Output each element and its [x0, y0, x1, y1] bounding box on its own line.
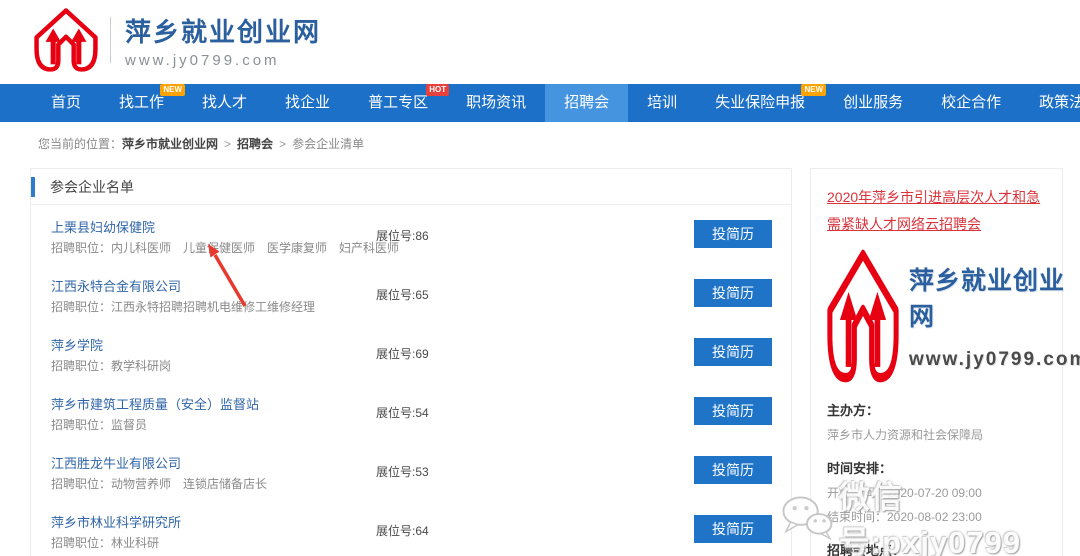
- page: 萍乡就业创业网 www.jy0799.com 首页 找工作NEW 找人才 找企业…: [0, 0, 1080, 556]
- nav-item-policies[interactable]: 政策法规: [1020, 84, 1080, 122]
- breadcrumb-prefix: 您当前的位置：: [38, 137, 122, 151]
- nav-item-startup-services[interactable]: 创业服务: [824, 84, 922, 122]
- main-nav: 首页 找工作NEW 找人才 找企业 普工专区HOT 职场资讯 招聘会 培训 失业…: [0, 84, 1080, 122]
- breadcrumb-site-link[interactable]: 萍乡市就业创业网: [122, 137, 218, 151]
- apply-resume-button[interactable]: 投简历: [694, 456, 772, 484]
- location-label: 招聘会地点：: [827, 540, 1046, 556]
- nav-item-find-company[interactable]: 找企业: [266, 84, 349, 122]
- site-name: 萍乡就业创业网: [125, 12, 321, 49]
- breadcrumb-section-link[interactable]: 招聘会: [237, 137, 273, 151]
- nav-item-unemployment-insurance[interactable]: 失业保险申报NEW: [696, 84, 824, 122]
- company-positions: 招聘职位：动物营养师 连锁店储备店长: [51, 475, 267, 492]
- company-row: 上栗县妇幼保健院 招聘职位：内儿科医师 儿童保健医师 医学康复师 妇产科医师 展…: [31, 205, 791, 264]
- booth-number: 展位号:54: [376, 404, 429, 421]
- company-positions: 招聘职位：江西永特招聘招聘机电维修工维修经理: [51, 298, 315, 315]
- sidebar-logo-url: www.jy0799.com: [909, 349, 1080, 371]
- event-title-link[interactable]: 2020年萍乡市引进高层次人才和急需紧缺人才网络云招聘会: [827, 184, 1046, 237]
- company-link[interactable]: 上栗县妇幼保健院: [51, 217, 155, 236]
- company-row: 萍乡市建筑工程质量（安全）监督站 招聘职位：监督员 展位号:54 投简历: [31, 382, 791, 441]
- end-time: 结束时间：2020-08-02 23:00: [827, 508, 1046, 525]
- nav-item-home[interactable]: 首页: [32, 84, 100, 122]
- company-list-panel: 参会企业名单 上栗县妇幼保健院 招聘职位：内儿科医师 儿童保健医师 医学康复师 …: [30, 168, 792, 556]
- company-positions: 招聘职位：林业科研: [51, 534, 159, 551]
- panel-title: 参会企业名单: [50, 169, 791, 205]
- nav-item-find-job[interactable]: 找工作NEW: [100, 84, 183, 122]
- site-logo[interactable]: 萍乡就业创业网 www.jy0799.com: [34, 8, 321, 72]
- apply-resume-button[interactable]: 投简历: [694, 220, 772, 248]
- nav-item-find-talent[interactable]: 找人才: [183, 84, 266, 122]
- organizer-value: 萍乡市人力资源和社会保障局: [827, 426, 1046, 443]
- new-badge: NEW: [160, 84, 185, 96]
- breadcrumb: 您当前的位置：萍乡市就业创业网>招聘会>参会企业清单: [0, 122, 1080, 168]
- hot-badge: HOT: [426, 84, 449, 96]
- apply-resume-button[interactable]: 投简历: [694, 279, 772, 307]
- site-header: 萍乡就业创业网 www.jy0799.com: [0, 0, 1080, 84]
- brand-logo-icon: [34, 8, 98, 72]
- sidebar-logo-name: 萍乡就业创业网: [909, 261, 1080, 333]
- panel-header: 参会企业名单: [31, 169, 791, 205]
- company-row: 江西永特合金有限公司 招聘职位：江西永特招聘招聘机电维修工维修经理 展位号:65…: [31, 264, 791, 323]
- start-time: 开始时间：2020-07-20 09:00: [827, 484, 1046, 501]
- apply-resume-button[interactable]: 投简历: [694, 397, 772, 425]
- company-row: 萍乡市林业科学研究所 招聘职位：林业科研 展位号:64 投简历: [31, 500, 791, 556]
- company-link[interactable]: 萍乡市林业科学研究所: [51, 512, 181, 531]
- apply-resume-button[interactable]: 投简历: [694, 338, 772, 366]
- nav-item-career-news[interactable]: 职场资讯: [447, 84, 545, 122]
- booth-number: 展位号:65: [376, 286, 429, 303]
- logo-divider: [110, 17, 111, 63]
- nav-item-training[interactable]: 培训: [628, 84, 696, 122]
- nav-item-school-enterprise[interactable]: 校企合作: [922, 84, 1020, 122]
- company-link[interactable]: 萍乡学院: [51, 335, 103, 354]
- company-positions: 招聘职位：内儿科医师 儿童保健医师 医学康复师 妇产科医师: [51, 239, 399, 256]
- company-row: 江西胜龙牛业有限公司 招聘职位：动物营养师 连锁店储备店长 展位号:53 投简历: [31, 441, 791, 500]
- schedule-label: 时间安排：: [827, 458, 1046, 477]
- company-link[interactable]: 江西胜龙牛业有限公司: [51, 453, 181, 472]
- accent-bar: [31, 177, 35, 197]
- nav-item-job-fair-active[interactable]: 招聘会: [545, 84, 628, 122]
- breadcrumb-current-page: 参会企业清单: [292, 137, 364, 151]
- booth-number: 展位号:53: [376, 463, 429, 480]
- site-url: www.jy0799.com: [125, 52, 321, 69]
- company-link[interactable]: 江西永特合金有限公司: [51, 276, 181, 295]
- company-row: 萍乡学院 招聘职位：教学科研岗 展位号:69 投简历: [31, 323, 791, 382]
- company-positions: 招聘职位：监督员: [51, 416, 147, 433]
- nav-item-general-worker-zone[interactable]: 普工专区HOT: [349, 84, 447, 122]
- new-badge: NEW: [801, 84, 826, 96]
- sidebar-event-logo: 萍乡就业创业网 www.jy0799.com: [827, 247, 1046, 385]
- booth-number: 展位号:69: [376, 345, 429, 362]
- event-sidebar: 2020年萍乡市引进高层次人才和急需紧缺人才网络云招聘会 萍乡就业创业网 www…: [810, 168, 1063, 556]
- brand-logo-icon: [827, 249, 899, 383]
- booth-number: 展位号:64: [376, 522, 429, 539]
- apply-resume-button[interactable]: 投简历: [694, 515, 772, 543]
- booth-number: 展位号:86: [376, 227, 429, 244]
- company-positions: 招聘职位：教学科研岗: [51, 357, 171, 374]
- company-link[interactable]: 萍乡市建筑工程质量（安全）监督站: [51, 394, 259, 413]
- organizer-label: 主办方：: [827, 400, 1046, 419]
